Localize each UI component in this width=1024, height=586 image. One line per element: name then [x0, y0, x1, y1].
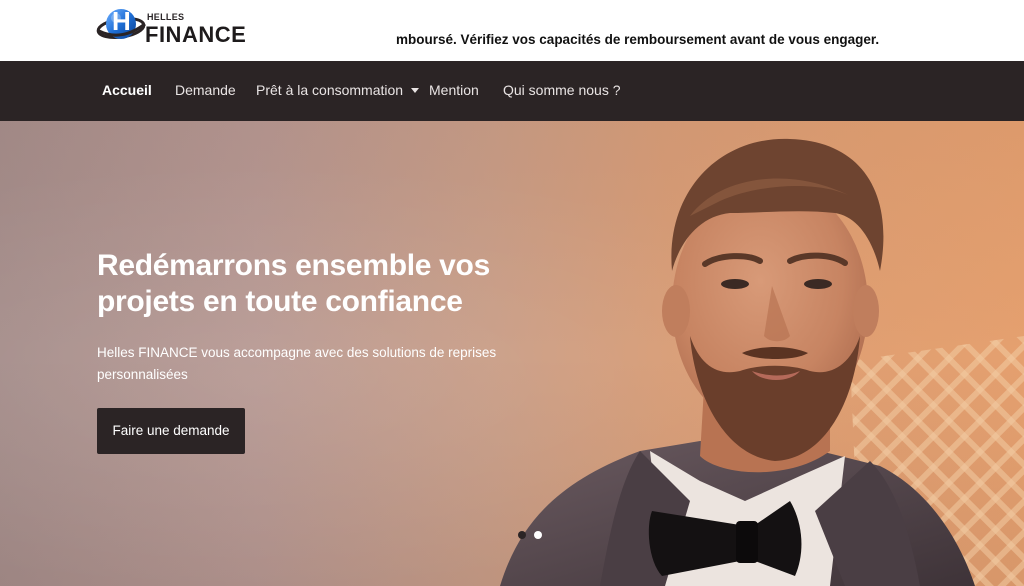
nav-item-accueil[interactable]: Accueil: [102, 61, 152, 121]
hero-title-line-2: projets en toute confiance: [97, 285, 463, 318]
logo-brand-text: FINANCE: [145, 22, 247, 47]
hero-subtitle-line-2: personnalisées: [97, 367, 188, 382]
carousel-indicators: [518, 531, 548, 541]
caret-down-icon: [411, 88, 420, 93]
announcement-ticker: mboursé. Vérifiez vos capacités de rembo…: [396, 32, 1024, 50]
nav-item-mention[interactable]: Mention: [429, 61, 479, 121]
nav-item-qui-somme-nous[interactable]: Qui somme nous ?: [503, 61, 621, 121]
carousel-dot-2[interactable]: [534, 531, 542, 539]
logo-letter: H: [112, 6, 131, 36]
hero-subtitle-line-1: Helles FINANCE vous accompagne avec des …: [97, 345, 497, 360]
ticker-text: mboursé. Vérifiez vos capacités de rembo…: [396, 32, 880, 47]
hero-title: Redémarrons ensemble vos projets en tout…: [97, 248, 517, 320]
nav-item-demande[interactable]: Demande: [175, 61, 236, 121]
hero-carousel: Redémarrons ensemble vos projets en tout…: [0, 121, 1024, 586]
nav-item-pret-consommation[interactable]: Prêt à la consommation: [256, 61, 420, 121]
top-bar: H HELLES FINANCE mboursé. Vérifiez vos c…: [0, 0, 1024, 61]
faire-une-demande-button[interactable]: Faire une demande: [97, 408, 245, 454]
nav-item-pret-label: Prêt à la consommation: [256, 82, 404, 98]
carousel-dot-1[interactable]: [518, 531, 526, 539]
helles-finance-logo[interactable]: H HELLES FINANCE: [95, 6, 255, 54]
logo-small-text: HELLES: [147, 12, 185, 22]
main-navbar: Accueil Demande Prêt à la consommation M…: [0, 61, 1024, 121]
hero-title-line-1: Redémarrons ensemble vos: [97, 249, 490, 282]
hero-subtitle: Helles FINANCE vous accompagne avec des …: [97, 342, 497, 386]
